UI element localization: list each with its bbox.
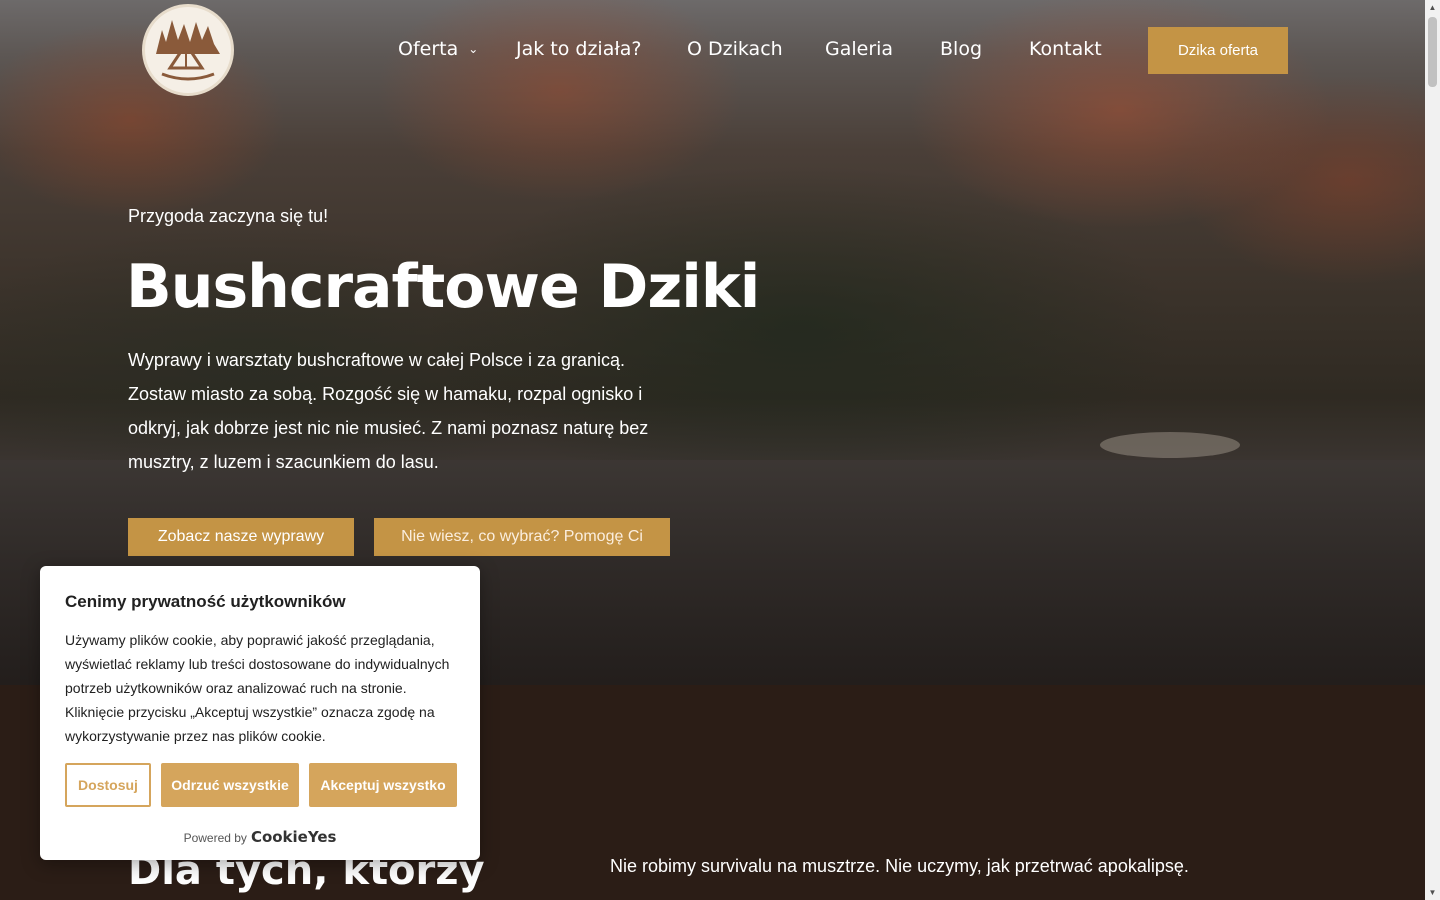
hero-description: Wyprawy i warsztaty bushcraftowe w całej… xyxy=(128,350,649,472)
cookie-powered-by: Powered by CookieYes xyxy=(40,828,480,846)
scrollbar-thumb[interactable] xyxy=(1428,17,1437,87)
cookie-customize-button[interactable]: Dostosuj xyxy=(65,763,151,807)
cookie-consent-banner: Cenimy prywatność użytkowników Używamy p… xyxy=(40,566,480,860)
powered-by-label: Powered by xyxy=(183,831,247,845)
nav-item-kontakt[interactable]: Kontakt xyxy=(1029,38,1102,60)
cookie-text: Używamy plików cookie, aby poprawić jako… xyxy=(65,632,450,744)
cookie-buttons: Dostosuj Odrzuć wszystkie Akceptuj wszys… xyxy=(65,763,457,807)
hero-title: Bushcraftowe Dziki xyxy=(126,252,760,322)
cookieyes-logo[interactable]: CookieYes xyxy=(251,828,337,846)
offer-cta-button[interactable]: Dzika oferta xyxy=(1148,27,1288,74)
scroll-up-icon[interactable]: ▲ xyxy=(1425,0,1440,15)
lake-rock xyxy=(1100,432,1240,458)
site-logo[interactable] xyxy=(142,4,234,96)
nav-item-galeria[interactable]: Galeria xyxy=(825,38,893,60)
help-choose-button[interactable]: Nie wiesz, co wybrać? Pomogę Ci xyxy=(374,518,670,556)
cookie-accept-button[interactable]: Akceptuj wszystko xyxy=(309,763,457,807)
chevron-down-icon: ⌄ xyxy=(468,42,479,56)
nav-item-oferta[interactable]: Oferta ⌄ xyxy=(398,38,478,60)
cookie-reject-button[interactable]: Odrzuć wszystkie xyxy=(161,763,299,807)
hero-tagline: Przygoda zaczyna się tu! xyxy=(128,206,329,226)
page-scrollbar[interactable]: ▲ ▼ xyxy=(1425,0,1440,900)
scroll-down-icon[interactable]: ▼ xyxy=(1425,885,1440,900)
nav-item-o-dzikach[interactable]: O Dzikach xyxy=(687,38,783,60)
nav-item-label: Oferta xyxy=(398,38,459,60)
see-trips-button[interactable]: Zobacz nasze wyprawy xyxy=(128,518,354,556)
section-intro-text: Nie robimy survivalu na musztrze. Nie uc… xyxy=(610,856,1189,876)
nav-item-jak-to-dziala[interactable]: Jak to działa? xyxy=(516,38,642,60)
nav-item-blog[interactable]: Blog xyxy=(940,38,982,60)
cookie-title: Cenimy prywatność użytkowników xyxy=(65,592,346,611)
logo-tent-forest-icon xyxy=(156,20,220,81)
